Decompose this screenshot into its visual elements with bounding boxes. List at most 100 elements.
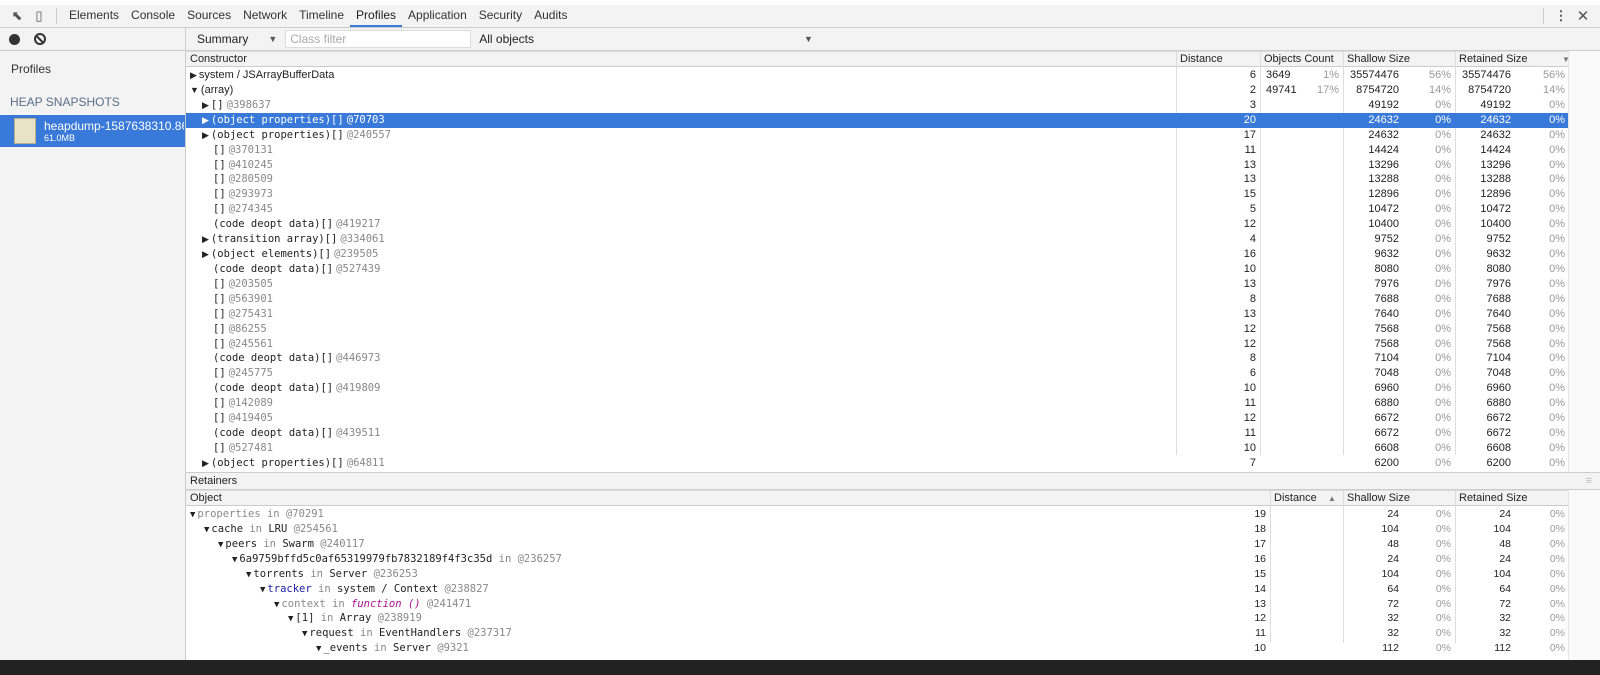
expand-arrow-icon[interactable]: ▼ bbox=[260, 585, 265, 595]
table-row[interactable]: [] @245775 6 7048 0% 7048 0% bbox=[186, 366, 1568, 381]
table-row[interactable]: [] @293973 15 12896 0% 12896 0% bbox=[186, 187, 1568, 202]
expand-arrow-icon[interactable]: ▶ bbox=[202, 100, 209, 110]
dist-value: 4 bbox=[1249, 233, 1256, 246]
table-row[interactable]: ▶ system / JSArrayBufferData 6 3649 1% 355744… bbox=[186, 68, 1568, 83]
table-row[interactable]: [] @527481 10 6608 0% 6608 0% bbox=[186, 441, 1568, 456]
expand-arrow-icon[interactable]: ▼ bbox=[190, 85, 199, 95]
tab-console[interactable]: Console bbox=[125, 5, 181, 27]
table-row[interactable]: (code deopt data)[] @439511 11 6672 0% 6672 0… bbox=[186, 426, 1568, 441]
retainer-row[interactable]: ▼ [1] in Array @238919 12 32 0% 32 0% bbox=[186, 611, 1568, 626]
table-row[interactable]: [] @142089 11 6880 0% 6880 0% bbox=[186, 396, 1568, 411]
column-header-constructor[interactable]: Constructor bbox=[186, 53, 247, 65]
expand-arrow-icon[interactable]: ▼ bbox=[246, 570, 251, 580]
retained-value: 35574476 bbox=[1462, 69, 1511, 81]
retainer-row[interactable]: ▼ _events in Server @9321 10 112 0% 112 0% bbox=[186, 641, 1568, 656]
record-icon[interactable] bbox=[9, 33, 20, 45]
table-row[interactable]: [] @203505 13 7976 0% 7976 0% bbox=[186, 277, 1568, 292]
table-row[interactable]: (code deopt data)[] @419809 10 6960 0% 6960 0… bbox=[186, 381, 1568, 396]
tab-application[interactable]: Application bbox=[402, 5, 473, 27]
expand-arrow-icon[interactable]: ▼ bbox=[204, 525, 209, 535]
tab-timeline[interactable]: Timeline bbox=[293, 5, 350, 27]
chevron-down-icon[interactable]: ▼ bbox=[268, 34, 277, 44]
retainedpct-value: 0% bbox=[1549, 292, 1565, 305]
retainer-row[interactable]: ▼ peers in Swarm @240117 17 48 0% 48 0% bbox=[186, 537, 1568, 552]
retainer-row[interactable]: ▼ cache in LRU @254561 18 104 0% 104 0% bbox=[186, 522, 1568, 537]
expand-arrow-icon[interactable]: ▼ bbox=[274, 600, 279, 610]
expand-arrow-icon[interactable]: ▶ bbox=[202, 458, 209, 468]
tab-profiles[interactable]: Profiles bbox=[350, 5, 403, 27]
class-filter-input[interactable]: Class filter bbox=[285, 30, 472, 48]
constructor-name: system / Context bbox=[337, 582, 439, 595]
sort-asc-icon[interactable]: ▲ bbox=[1324, 494, 1336, 503]
expand-arrow-icon[interactable]: ▼ bbox=[190, 510, 195, 520]
constructor-cell: [] @370131 bbox=[202, 143, 273, 158]
tab-sources[interactable]: Sources bbox=[181, 5, 237, 27]
table-row[interactable]: ▶ (object properties)[] @240557 17 24632 0% 2… bbox=[186, 128, 1568, 143]
expand-arrow-icon[interactable]: ▼ bbox=[316, 644, 321, 654]
tab-security[interactable]: Security bbox=[473, 5, 528, 27]
table-row[interactable]: ▶ (object properties)[] @64811 7 6200 0% 6200… bbox=[186, 456, 1568, 471]
expand-arrow-icon[interactable]: ▶ bbox=[202, 115, 209, 125]
close-icon[interactable]: ✕ bbox=[1572, 5, 1594, 27]
constructor-name: [] bbox=[213, 307, 226, 320]
property-name: request bbox=[309, 627, 354, 640]
column-header-object[interactable]: Object bbox=[186, 492, 222, 504]
table-row[interactable]: (code deopt data)[] @446973 8 7104 0% 7104 0% bbox=[186, 351, 1568, 366]
column-header-distance[interactable]: Distance bbox=[1270, 492, 1317, 504]
table-row[interactable]: ▶[] @398637 3 49192 0% 49192 0% bbox=[186, 98, 1568, 113]
table-row[interactable]: [] @563901 8 7688 0% 7688 0% bbox=[186, 292, 1568, 307]
shallowpct-value: 0% bbox=[1435, 612, 1451, 625]
expand-arrow-icon[interactable]: ▶ bbox=[202, 234, 209, 244]
expand-arrow-icon[interactable]: ▼ bbox=[218, 540, 223, 550]
objects-select[interactable]: All objects bbox=[479, 32, 534, 46]
expand-arrow-icon[interactable]: ▶ bbox=[190, 70, 197, 80]
drag-handle-icon[interactable]: ≡ bbox=[1586, 475, 1592, 487]
constructor-cell: (code deopt data)[] @419217 bbox=[202, 217, 380, 232]
retainer-row[interactable]: ▼ tracker in system / Context @238827 14 64… bbox=[186, 582, 1568, 597]
scrollbar[interactable] bbox=[1568, 51, 1600, 472]
table-row[interactable]: ▶ (transition array)[] @334061 4 9752 0% 9752… bbox=[186, 232, 1568, 247]
retainer-row[interactable]: ▼ torrents in Server @236253 15 104 0% 104 0% bbox=[186, 567, 1568, 582]
retainer-row[interactable]: ▼ request in EventHandlers @237317 11 32 0% 3… bbox=[186, 626, 1568, 641]
tab-network[interactable]: Network bbox=[237, 5, 293, 27]
tab-audits[interactable]: Audits bbox=[528, 5, 573, 27]
table-row[interactable]: ▼ (array) 2 49741 17% 8754720 14% 8754720 14% bbox=[186, 83, 1568, 98]
retainedpct-value: 0% bbox=[1549, 307, 1565, 320]
expand-arrow-icon[interactable]: ▼ bbox=[302, 629, 307, 639]
column-header-retained-size[interactable]: Retained Size bbox=[1455, 492, 1528, 504]
more-menu-icon[interactable]: ⋮ bbox=[1550, 5, 1572, 27]
table-row[interactable]: [] @280509 13 13288 0% 13288 0% bbox=[186, 172, 1568, 187]
clear-icon[interactable] bbox=[34, 33, 46, 45]
snapshot-item[interactable]: heapdump-1587638310.868 61.0MB bbox=[0, 115, 185, 147]
chevron-down-icon[interactable]: ▼ bbox=[804, 34, 813, 44]
table-row[interactable]: [] @410245 13 13296 0% 13296 0% bbox=[186, 158, 1568, 173]
table-row[interactable]: (code deopt data)[] @419217 12 10400 0% 1040… bbox=[186, 217, 1568, 232]
table-row[interactable]: (code deopt data)[] @527439 10 8080 0% 8080 0… bbox=[186, 262, 1568, 277]
table-row[interactable]: [] @275431 13 7640 0% 7640 0% bbox=[186, 307, 1568, 322]
table-row[interactable]: [] @86255 12 7568 0% 7568 0% bbox=[186, 322, 1568, 337]
table-row[interactable]: ▶ (object elements)[] @239505 16 9632 0% 9632… bbox=[186, 247, 1568, 262]
inspect-element-icon[interactable]: ⬉ bbox=[6, 5, 28, 27]
retainer-row[interactable]: ▼ context in function () @241471 13 72 0% 72 0… bbox=[186, 597, 1568, 612]
column-header-objects-count[interactable]: Objects Count bbox=[1260, 53, 1334, 65]
table-row[interactable]: [] @274345 5 10472 0% 10472 0% bbox=[186, 202, 1568, 217]
column-header-shallow-size[interactable]: Shallow Size bbox=[1343, 53, 1410, 65]
column-header-shallow-size[interactable]: Shallow Size bbox=[1343, 492, 1410, 504]
retainer-row[interactable]: ▼ properties in @70291 19 24 0% 24 0% bbox=[186, 507, 1568, 522]
column-header-distance[interactable]: Distance bbox=[1176, 53, 1223, 65]
object-cell: ▼ 6a9759bffd5c0af65319979fb7832189f4f3c35… bbox=[232, 552, 562, 567]
scrollbar[interactable] bbox=[1568, 490, 1600, 660]
expand-arrow-icon[interactable]: ▶ bbox=[202, 130, 209, 140]
expand-arrow-icon[interactable]: ▼ bbox=[288, 614, 293, 624]
view-select[interactable]: Summary bbox=[197, 32, 248, 46]
table-row[interactable]: [] @370131 11 14424 0% 14424 0% bbox=[186, 143, 1568, 158]
table-row[interactable]: ▶ (object properties)[] @70703 20 24632 0% 24… bbox=[186, 112, 1568, 128]
expand-arrow-icon[interactable]: ▼ bbox=[232, 555, 237, 565]
column-header-retained-size[interactable]: Retained Size bbox=[1455, 53, 1528, 65]
expand-arrow-icon[interactable]: ▶ bbox=[202, 249, 209, 259]
table-row[interactable]: [] @245561 12 7568 0% 7568 0% bbox=[186, 337, 1568, 352]
device-toolbar-icon[interactable]: ▯ bbox=[28, 5, 50, 27]
table-row[interactable]: [] @419405 12 6672 0% 6672 0% bbox=[186, 411, 1568, 426]
tab-elements[interactable]: Elements bbox=[63, 5, 125, 27]
retainer-row[interactable]: ▼ 6a9759bffd5c0af65319979fb7832189f4f3c35… bbox=[186, 552, 1568, 567]
